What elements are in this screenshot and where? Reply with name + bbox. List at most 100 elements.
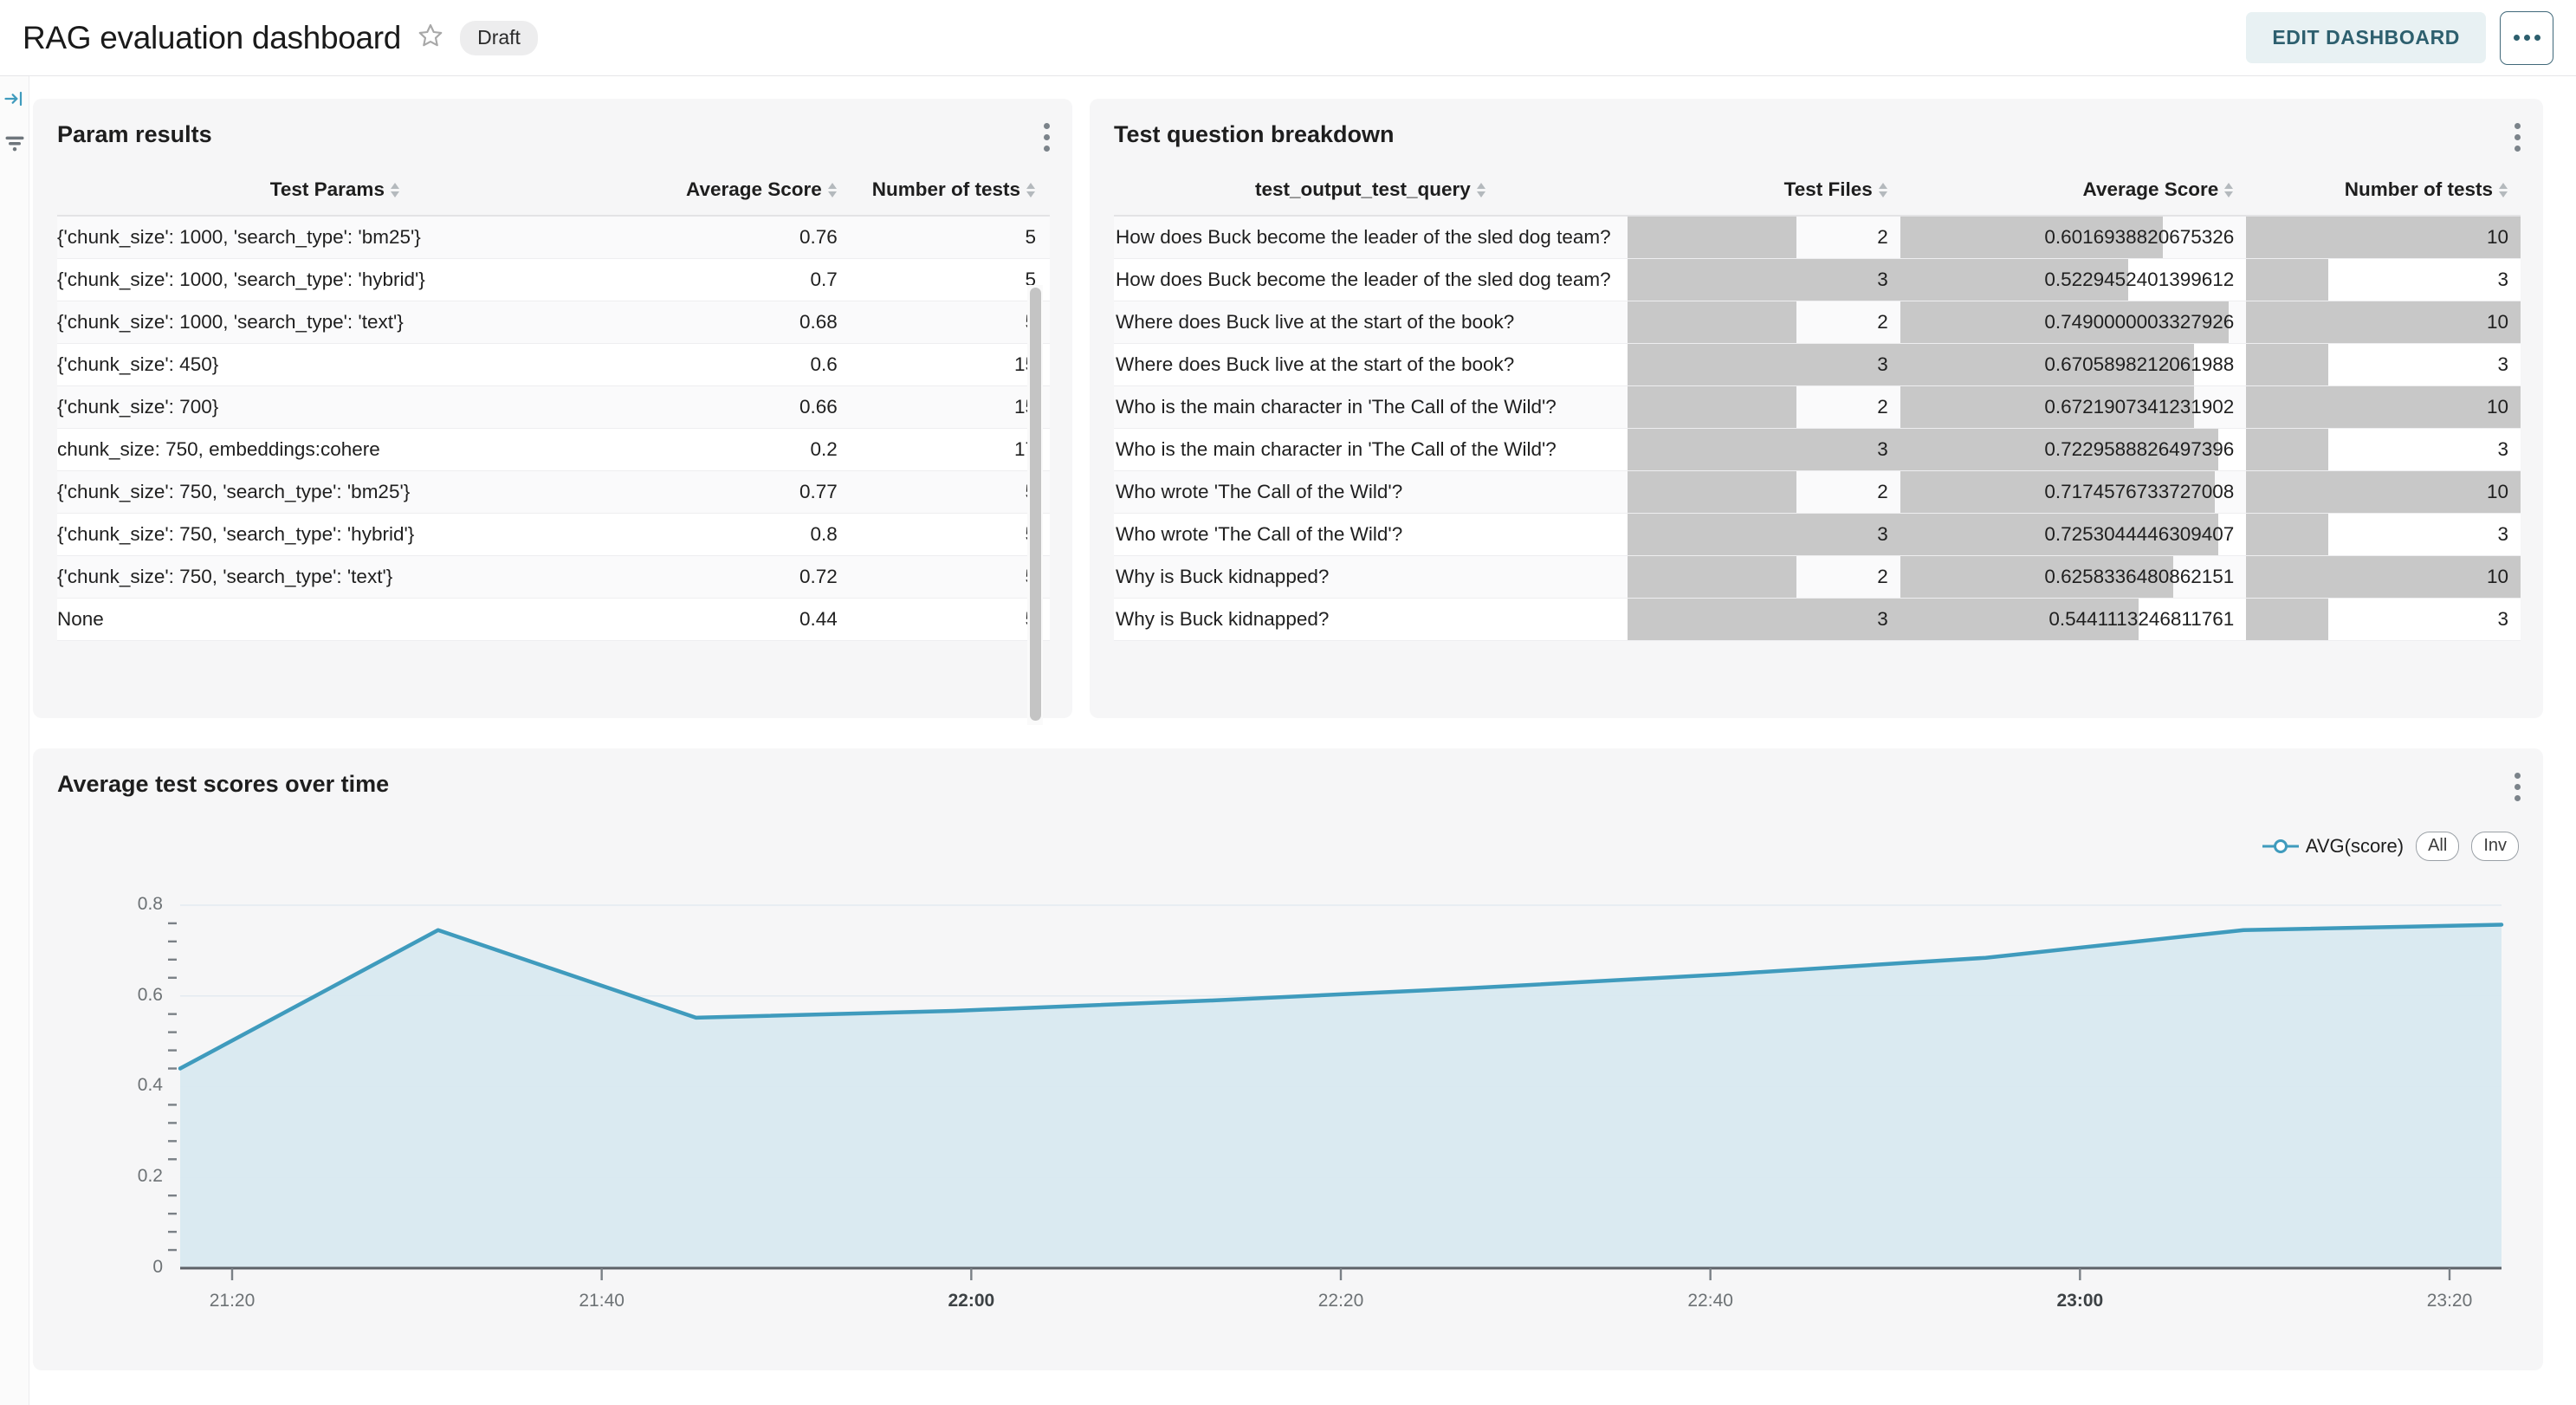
column-header-test-query[interactable]: test_output_test_query xyxy=(1114,178,1628,216)
table-row[interactable]: chunk_size: 750, embeddings:cohere0.217 xyxy=(57,428,1050,470)
kebab-dot-icon xyxy=(2515,773,2521,779)
status-badge: Draft xyxy=(460,21,538,55)
cell-average-score: 0.6016938820675326 xyxy=(1900,216,2247,258)
cell-average-score: 0.76 xyxy=(613,216,851,258)
column-header-average-score[interactable]: Average Score xyxy=(1900,178,2247,216)
cell-number-of-tests: 5 xyxy=(851,598,1050,640)
y-axis-tick-label: 0.4 xyxy=(102,1075,163,1096)
table-row[interactable]: {'chunk_size': 1000, 'search_type': 'hyb… xyxy=(57,258,1050,301)
filter-icon[interactable] xyxy=(3,130,27,159)
table-row[interactable]: {'chunk_size': 750, 'search_type': 'bm25… xyxy=(57,470,1050,513)
cell-average-score: 0.44 xyxy=(613,598,851,640)
table-row[interactable]: Who is the main character in 'The Call o… xyxy=(1114,428,2521,470)
edit-dashboard-button[interactable]: EDIT DASHBOARD xyxy=(2246,12,2486,63)
kebab-dot-icon xyxy=(2515,146,2521,152)
cell-test-query: How does Buck become the leader of the s… xyxy=(1114,258,1628,301)
cell-number-of-tests: 3 xyxy=(2246,343,2521,385)
table-row[interactable]: {'chunk_size': 450}0.615 xyxy=(57,343,1050,385)
chart-plot-area xyxy=(33,852,2543,1355)
table-row[interactable]: How does Buck become the leader of the s… xyxy=(1114,258,2521,301)
cell-average-score: 0.68 xyxy=(613,301,851,343)
cell-test-params: {'chunk_size': 450} xyxy=(57,343,613,385)
cell-average-score: 0.66 xyxy=(613,385,851,428)
cell-test-params: chunk_size: 750, embeddings:cohere xyxy=(57,428,613,470)
dot-icon xyxy=(2534,35,2540,41)
table-row[interactable]: Where does Buck live at the start of the… xyxy=(1114,343,2521,385)
cell-average-score: 0.8 xyxy=(613,513,851,555)
x-axis-tick-label: 23:20 xyxy=(2398,1291,2502,1311)
y-axis-tick-label: 0.2 xyxy=(102,1166,163,1187)
column-header-test-params[interactable]: Test Params xyxy=(57,178,613,216)
column-label: Number of tests xyxy=(2345,178,2493,201)
table-row[interactable]: Who is the main character in 'The Call o… xyxy=(1114,385,2521,428)
kebab-dot-icon xyxy=(2515,784,2521,790)
top-bar: RAG evaluation dashboard Draft EDIT DASH… xyxy=(0,0,2576,76)
cell-test-params: None xyxy=(57,598,613,640)
table-row[interactable]: {'chunk_size': 1000, 'search_type': 'bm2… xyxy=(57,216,1050,258)
cell-test-params: {'chunk_size': 1000, 'search_type': 'tex… xyxy=(57,301,613,343)
expand-panel-arrow-icon[interactable] xyxy=(3,87,27,115)
cell-average-score: 0.6721907341231902 xyxy=(1900,385,2247,428)
column-header-number-of-tests[interactable]: Number of tests xyxy=(2246,178,2521,216)
cell-test-query: Who wrote 'The Call of the Wild'? xyxy=(1114,470,1628,513)
cell-average-score: 0.5441113246811761 xyxy=(1900,598,2247,640)
cell-number-of-tests: 10 xyxy=(2246,470,2521,513)
cell-average-score: 0.7174576733727008 xyxy=(1900,470,2247,513)
table-row[interactable]: Why is Buck kidnapped?20.625833648086215… xyxy=(1114,555,2521,598)
cell-number-of-tests: 15 xyxy=(851,343,1050,385)
cell-test-files: 2 xyxy=(1628,385,1900,428)
dot-icon xyxy=(2524,35,2530,41)
table-row[interactable]: Why is Buck kidnapped?30.544111324681176… xyxy=(1114,598,2521,640)
column-label: Test Params xyxy=(270,178,385,201)
column-header-test-files[interactable]: Test Files xyxy=(1628,178,1900,216)
cell-test-files: 3 xyxy=(1628,258,1900,301)
kebab-dot-icon xyxy=(1044,123,1050,129)
kebab-dot-icon xyxy=(2515,134,2521,140)
table-row[interactable]: {'chunk_size': 750, 'search_type': 'text… xyxy=(57,555,1050,598)
x-axis-tick-label: 21:40 xyxy=(550,1291,654,1311)
title-group: RAG evaluation dashboard Draft xyxy=(23,20,538,56)
chart-menu-button[interactable] xyxy=(2515,773,2521,801)
cell-test-params: {'chunk_size': 700} xyxy=(57,385,613,428)
column-label: Number of tests xyxy=(872,178,1020,201)
table-row[interactable]: How does Buck become the leader of the s… xyxy=(1114,216,2521,258)
x-axis-tick-label: 22:00 xyxy=(919,1291,1023,1311)
cell-number-of-tests: 3 xyxy=(2246,513,2521,555)
cell-test-query: Where does Buck live at the start of the… xyxy=(1114,343,1628,385)
cell-number-of-tests: 3 xyxy=(2246,598,2521,640)
column-label: test_output_test_query xyxy=(1255,178,1471,201)
param-results-table-wrap: Test Params Average Score Number of test… xyxy=(57,178,1050,718)
sort-icon xyxy=(2499,183,2508,197)
cell-average-score: 0.2 xyxy=(613,428,851,470)
column-header-average-score[interactable]: Average Score xyxy=(613,178,851,216)
kebab-dot-icon xyxy=(1044,134,1050,140)
x-axis-tick-label: 22:40 xyxy=(1659,1291,1763,1311)
table-header-row: test_output_test_query Test Files Averag… xyxy=(1114,178,2521,216)
cell-test-files: 3 xyxy=(1628,598,1900,640)
cell-average-score: 0.5229452401399612 xyxy=(1900,258,2247,301)
cell-test-params: {'chunk_size': 750, 'search_type': 'hybr… xyxy=(57,513,613,555)
table-row[interactable]: Who wrote 'The Call of the Wild'?20.7174… xyxy=(1114,470,2521,513)
chart-svg[interactable] xyxy=(33,852,2543,1355)
table-row[interactable]: Where does Buck live at the start of the… xyxy=(1114,301,2521,343)
column-header-number-of-tests[interactable]: Number of tests xyxy=(851,178,1050,216)
breakdown-table: test_output_test_query Test Files Averag… xyxy=(1114,178,2521,641)
star-outline-icon[interactable] xyxy=(417,22,444,54)
cell-test-params: {'chunk_size': 1000, 'search_type': 'hyb… xyxy=(57,258,613,301)
cell-test-query: Who is the main character in 'The Call o… xyxy=(1114,385,1628,428)
table-row[interactable]: {'chunk_size': 700}0.6615 xyxy=(57,385,1050,428)
breakdown-menu-button[interactable] xyxy=(2515,123,2521,152)
x-axis-tick-label: 23:00 xyxy=(2028,1291,2132,1311)
param-results-card: Param results Test Params Average Score xyxy=(33,99,1072,718)
table-row[interactable]: {'chunk_size': 750, 'search_type': 'hybr… xyxy=(57,513,1050,555)
table-row[interactable]: Who wrote 'The Call of the Wild'?30.7253… xyxy=(1114,513,2521,555)
cell-test-query: Who is the main character in 'The Call o… xyxy=(1114,428,1628,470)
table-row[interactable]: None0.445 xyxy=(57,598,1050,640)
cell-average-score: 0.6258336480862151 xyxy=(1900,555,2247,598)
param-results-menu-button[interactable] xyxy=(1044,123,1050,152)
more-options-button[interactable] xyxy=(2500,11,2553,65)
column-label: Average Score xyxy=(686,178,822,201)
param-table-scrollbar-thumb[interactable] xyxy=(1030,288,1041,721)
table-row[interactable]: {'chunk_size': 1000, 'search_type': 'tex… xyxy=(57,301,1050,343)
y-axis-tick-label: 0.6 xyxy=(102,985,163,1006)
